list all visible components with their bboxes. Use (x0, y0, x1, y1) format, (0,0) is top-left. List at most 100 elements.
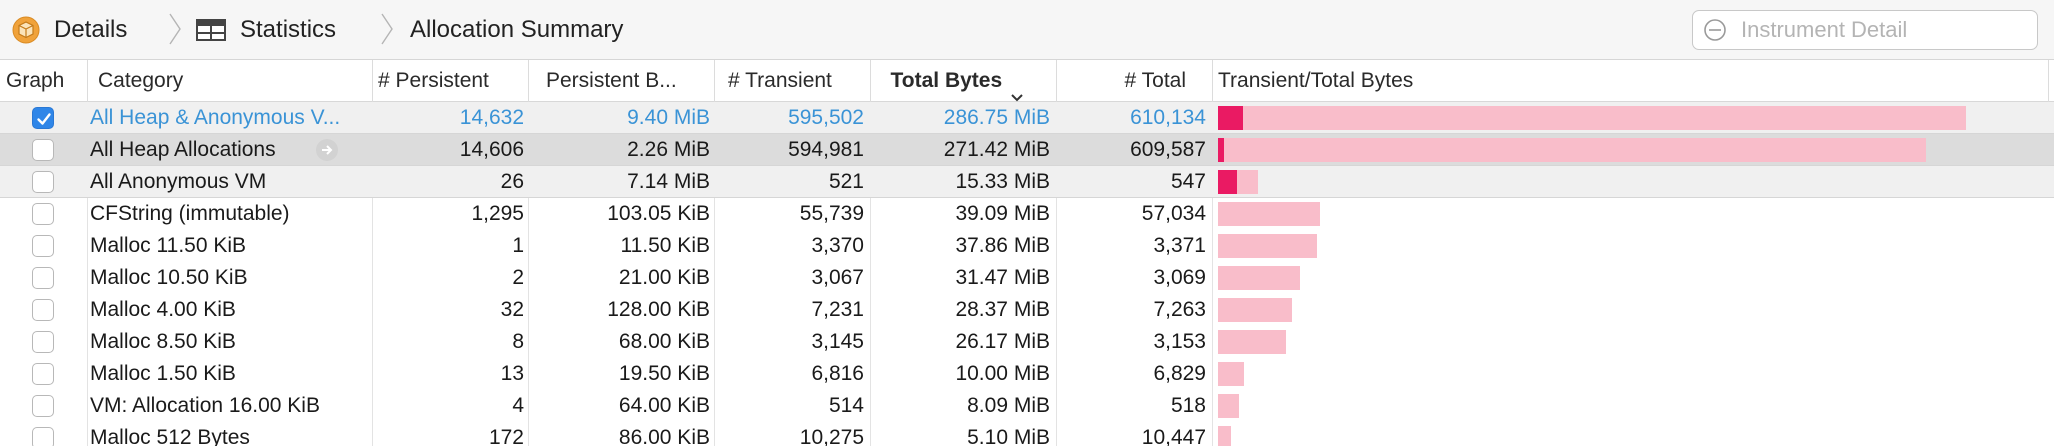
table-row[interactable]: Malloc 512 Bytes 172 86.00 KiB 10,275 5.10 M… (0, 422, 2054, 446)
breadcrumb-chevron-icon (380, 12, 394, 46)
persistent-bytes-cell: 103.05 KiB (607, 202, 710, 225)
persistent-count-cell: 13 (500, 362, 524, 385)
persistent-count-cell: 14,606 (459, 138, 524, 161)
table-row[interactable]: Malloc 1.50 KiB 13 19.50 KiB 6,816 10.00 MiB… (0, 358, 2054, 390)
persistent-count-cell: 1 (512, 234, 524, 257)
transient-count-cell: 6,816 (811, 362, 864, 385)
persistent-bytes-cell: 21.00 KiB (618, 266, 710, 289)
column-header-transient-total-bytes[interactable]: Transient/Total Bytes (1218, 60, 1618, 102)
category-cell: Malloc 1.50 KiB (90, 362, 236, 385)
category-cell: All Heap & Anonymous V... (90, 106, 341, 129)
total-bytes-cell: 15.33 MiB (955, 170, 1050, 193)
graph-checkbox[interactable] (32, 235, 54, 257)
column-divider[interactable] (714, 60, 715, 102)
sort-descending-icon (1010, 76, 1024, 102)
transient-bytes-bar (1218, 266, 1300, 290)
persistent-bytes-bar (1218, 170, 1237, 194)
column-header-category[interactable]: Category (98, 60, 368, 102)
graph-checkbox[interactable] (32, 427, 54, 446)
table-row[interactable]: Malloc 10.50 KiB 2 21.00 KiB 3,067 31.47 MiB… (0, 262, 2054, 294)
table-row[interactable]: CFString (immutable) 1,295 103.05 KiB 55,73… (0, 198, 2054, 230)
transient-count-cell: 3,145 (811, 330, 864, 353)
transient-bytes-bar (1218, 394, 1239, 418)
instrument-detail-search-field[interactable]: Instrument Detail (1692, 10, 2038, 50)
instruments-window: Details Statistics Allocation Summary In… (0, 0, 2054, 446)
breadcrumb-allocation-summary-label: Allocation Summary (410, 16, 624, 43)
total-count-cell: 7,263 (1153, 298, 1206, 321)
column-header-total-bytes[interactable]: Total Bytes (870, 60, 1032, 102)
table-row[interactable]: Malloc 11.50 KiB 1 11.50 KiB 3,370 37.86 MiB… (0, 230, 2054, 262)
persistent-count-cell: 32 (500, 298, 524, 321)
total-bytes-cell: 10.00 MiB (955, 362, 1050, 385)
column-divider[interactable] (87, 60, 88, 102)
persistent-count-cell: 8 (512, 330, 524, 353)
table-body: All Heap & Anonymous V... 14,632 9.40 MiB 5… (0, 102, 2054, 446)
transient-bytes-bar (1218, 426, 1231, 446)
column-divider[interactable] (372, 60, 373, 102)
persistent-count-cell: 4 (512, 394, 524, 417)
breadcrumb-details-label: Details (54, 16, 128, 43)
column-header-persistent-bytes[interactable]: Persistent B... (546, 60, 708, 102)
total-count-cell: 547 (1170, 170, 1206, 193)
column-divider[interactable] (1212, 60, 1213, 102)
column-divider[interactable] (1056, 60, 1057, 102)
column-header-persistent[interactable]: # Persistent (378, 60, 528, 102)
graph-checkbox[interactable] (32, 331, 54, 353)
category-cell: Malloc 8.50 KiB (90, 330, 236, 353)
focus-arrow-icon[interactable] (316, 139, 338, 161)
breadcrumb-chevron-icon (168, 12, 182, 46)
table-row[interactable]: VM: Allocation 16.00 KiB 4 64.00 KiB 514 8.0… (0, 390, 2054, 422)
total-count-cell: 3,371 (1153, 234, 1206, 257)
category-cell: Malloc 11.50 KiB (90, 234, 247, 257)
graph-checkbox[interactable] (32, 139, 54, 161)
graph-checkbox[interactable] (32, 395, 54, 417)
transient-bytes-bar (1218, 106, 1966, 130)
transient-count-cell: 3,370 (811, 234, 864, 257)
column-divider[interactable] (528, 60, 529, 102)
search-placeholder: Instrument Detail (1741, 17, 1908, 42)
allocation-summary-table: Graph Category # Persistent Persistent B… (0, 60, 2054, 446)
table-row[interactable]: All Heap Allocations 14,606 2.26 MiB 594,98… (0, 134, 2054, 166)
transient-count-cell: 514 (828, 394, 864, 417)
persistent-bytes-cell: 19.50 KiB (618, 362, 710, 385)
persistent-bytes-cell: 86.00 KiB (618, 426, 710, 446)
transient-bytes-bar (1218, 234, 1317, 258)
total-bytes-cell: 286.75 MiB (943, 106, 1050, 129)
instrument-box-icon (12, 16, 40, 44)
graph-checkbox[interactable] (32, 171, 54, 193)
breadcrumb-statistics[interactable]: Statistics (196, 0, 336, 60)
total-bytes-cell: 39.09 MiB (955, 202, 1050, 225)
graph-checkbox[interactable] (32, 363, 54, 385)
total-bytes-cell: 37.86 MiB (955, 234, 1050, 257)
persistent-bytes-cell: 128.00 KiB (607, 298, 710, 321)
persistent-bytes-bar (1218, 106, 1243, 130)
graph-checkbox[interactable] (32, 203, 54, 225)
graph-checkbox[interactable] (32, 299, 54, 321)
table-row[interactable]: All Anonymous VM 26 7.14 MiB 521 15.33 MiB 54… (0, 166, 2054, 198)
breadcrumb-statistics-label: Statistics (240, 16, 337, 43)
persistent-bytes-cell: 11.50 KiB (620, 234, 710, 257)
row-divider (0, 165, 2054, 166)
graph-checkbox[interactable] (32, 107, 54, 129)
total-bytes-cell: 5.10 MiB (967, 426, 1050, 446)
total-bytes-cell: 26.17 MiB (955, 330, 1050, 353)
column-header-graph[interactable]: Graph (6, 60, 86, 102)
persistent-count-cell: 172 (488, 426, 524, 446)
transient-count-cell: 7,231 (811, 298, 864, 321)
persistent-bytes-cell: 9.40 MiB (627, 106, 710, 129)
graph-checkbox[interactable] (32, 267, 54, 289)
transient-bytes-bar (1218, 362, 1244, 386)
table-row[interactable]: Malloc 4.00 KiB 32 128.00 KiB 7,231 28.37 Mi… (0, 294, 2054, 326)
table-row[interactable]: Malloc 8.50 KiB 8 68.00 KiB 3,145 26.17 MiB 3… (0, 326, 2054, 358)
total-count-cell: 609,587 (1130, 138, 1206, 161)
column-divider[interactable] (2048, 60, 2049, 102)
column-header-total-bytes-label: Total Bytes (890, 69, 1003, 92)
persistent-bytes-cell: 64.00 KiB (618, 394, 710, 417)
column-header-total[interactable]: # Total (1060, 60, 1192, 102)
breadcrumb-details[interactable]: Details (12, 0, 127, 60)
persistent-bytes-bar (1218, 138, 1224, 162)
persistent-count-cell: 1,295 (471, 202, 524, 225)
column-header-transient[interactable]: # Transient (728, 60, 868, 102)
table-row[interactable]: All Heap & Anonymous V... 14,632 9.40 MiB 5… (0, 102, 2054, 134)
breadcrumb-allocation-summary[interactable]: Allocation Summary (410, 0, 623, 60)
